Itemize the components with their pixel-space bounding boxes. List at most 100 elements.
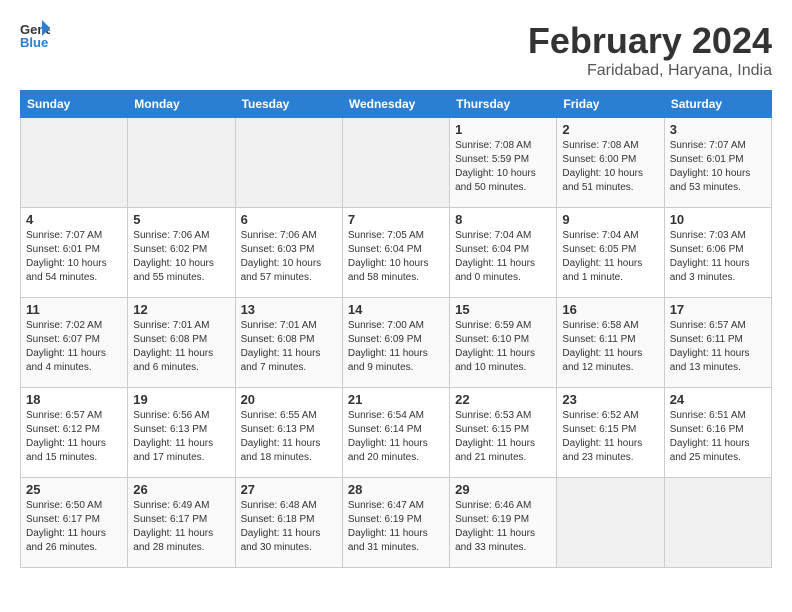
calendar-table: SundayMondayTuesdayWednesdayThursdayFrid…: [20, 90, 772, 568]
day-info: Sunrise: 7:06 AM Sunset: 6:02 PM Dayligh…: [133, 229, 229, 285]
calendar-cell: 21Sunrise: 6:54 AM Sunset: 6:14 PM Dayli…: [342, 388, 449, 478]
logo: General Blue: [20, 20, 50, 50]
calendar-cell: 12 Sunrise: 7:01 AM Sunset: 6:08 PM Dayli…: [128, 298, 235, 388]
day-number: 14: [348, 302, 444, 317]
day-number: 27: [241, 482, 337, 497]
day-info: Sunrise: 7:01 AM Sunset: 6:08 PM Dayligh…: [241, 319, 337, 375]
day-info: Sunrise: 6:58 AM Sunset: 6:11 PM Dayligh…: [562, 319, 658, 375]
day-info: Sunrise: 7:06 AM Sunset: 6:03 PM Dayligh…: [241, 229, 337, 285]
day-number: 7: [348, 212, 444, 227]
day-info: Sunrise: 6:49 AM Sunset: 6:17 PM Dayligh…: [133, 499, 229, 555]
calendar-cell: [21, 118, 128, 208]
day-number: 26: [133, 482, 229, 497]
calendar-cell: 27 Sunrise: 6:48 AM Sunset: 6:18 PM Dayli…: [235, 478, 342, 568]
calendar-cell: 17 Sunrise: 6:57 AM Sunset: 6:11 PM Dayli…: [664, 298, 771, 388]
day-number: 20: [241, 392, 337, 407]
day-number: 2: [562, 122, 658, 137]
calendar-cell: 10Sunrise: 7:03 AM Sunset: 6:06 PM Dayli…: [664, 208, 771, 298]
day-info: Sunrise: 7:08 AM Sunset: 5:59 PM Dayligh…: [455, 139, 551, 195]
day-info: Sunrise: 6:46 AM Sunset: 6:19 PM Dayligh…: [455, 499, 551, 555]
weekday-header: Thursday: [450, 91, 557, 118]
calendar-week-row: 4 Sunrise: 7:07 AM Sunset: 6:01 PM Daylig…: [21, 208, 772, 298]
calendar-cell: 22 Sunrise: 6:53 AM Sunset: 6:15 PM Dayli…: [450, 388, 557, 478]
day-number: 6: [241, 212, 337, 227]
day-info: Sunrise: 6:55 AM Sunset: 6:13 PM Dayligh…: [241, 409, 337, 465]
day-number: 21: [348, 392, 444, 407]
calendar-cell: [128, 118, 235, 208]
calendar-cell: 6 Sunrise: 7:06 AM Sunset: 6:03 PM Daylig…: [235, 208, 342, 298]
calendar-cell: 3 Sunrise: 7:07 AM Sunset: 6:01 PM Daylig…: [664, 118, 771, 208]
weekday-header-row: SundayMondayTuesdayWednesdayThursdayFrid…: [21, 91, 772, 118]
calendar-week-row: 1 Sunrise: 7:08 AM Sunset: 5:59 PM Daylig…: [21, 118, 772, 208]
day-number: 3: [670, 122, 766, 137]
day-info: Sunrise: 6:57 AM Sunset: 6:12 PM Dayligh…: [26, 409, 122, 465]
day-info: Sunrise: 6:51 AM Sunset: 6:16 PM Dayligh…: [670, 409, 766, 465]
weekday-header: Wednesday: [342, 91, 449, 118]
day-info: Sunrise: 7:07 AM Sunset: 6:01 PM Dayligh…: [26, 229, 122, 285]
day-info: Sunrise: 6:59 AM Sunset: 6:10 PM Dayligh…: [455, 319, 551, 375]
logo-icon: General Blue: [20, 20, 50, 50]
calendar-cell: [342, 118, 449, 208]
day-number: 24: [670, 392, 766, 407]
day-info: Sunrise: 6:52 AM Sunset: 6:15 PM Dayligh…: [562, 409, 658, 465]
calendar-cell: [235, 118, 342, 208]
calendar-week-row: 25 Sunrise: 6:50 AM Sunset: 6:17 PM Dayli…: [21, 478, 772, 568]
calendar-cell: 29 Sunrise: 6:46 AM Sunset: 6:19 PM Dayli…: [450, 478, 557, 568]
day-info: Sunrise: 6:47 AM Sunset: 6:19 PM Dayligh…: [348, 499, 444, 555]
day-number: 23: [562, 392, 658, 407]
day-info: Sunrise: 7:07 AM Sunset: 6:01 PM Dayligh…: [670, 139, 766, 195]
day-info: Sunrise: 7:08 AM Sunset: 6:00 PM Dayligh…: [562, 139, 658, 195]
day-info: Sunrise: 6:48 AM Sunset: 6:18 PM Dayligh…: [241, 499, 337, 555]
day-info: Sunrise: 7:00 AM Sunset: 6:09 PM Dayligh…: [348, 319, 444, 375]
day-number: 9: [562, 212, 658, 227]
weekday-header: Saturday: [664, 91, 771, 118]
weekday-header: Friday: [557, 91, 664, 118]
day-number: 4: [26, 212, 122, 227]
day-info: Sunrise: 7:03 AM Sunset: 6:06 PM Dayligh…: [670, 229, 766, 285]
day-number: 17: [670, 302, 766, 317]
calendar-cell: 8Sunrise: 7:04 AM Sunset: 6:04 PM Daylig…: [450, 208, 557, 298]
day-number: 5: [133, 212, 229, 227]
calendar-cell: 20 Sunrise: 6:55 AM Sunset: 6:13 PM Dayli…: [235, 388, 342, 478]
day-number: 19: [133, 392, 229, 407]
calendar-week-row: 11 Sunrise: 7:02 AM Sunset: 6:07 PM Dayli…: [21, 298, 772, 388]
weekday-header: Monday: [128, 91, 235, 118]
day-number: 18: [26, 392, 122, 407]
calendar-cell: 23 Sunrise: 6:52 AM Sunset: 6:15 PM Dayli…: [557, 388, 664, 478]
svg-text:Blue: Blue: [20, 35, 48, 50]
calendar-cell: 4 Sunrise: 7:07 AM Sunset: 6:01 PM Daylig…: [21, 208, 128, 298]
day-info: Sunrise: 6:53 AM Sunset: 6:15 PM Dayligh…: [455, 409, 551, 465]
day-number: 16: [562, 302, 658, 317]
day-number: 11: [26, 302, 122, 317]
day-info: Sunrise: 6:50 AM Sunset: 6:17 PM Dayligh…: [26, 499, 122, 555]
calendar-cell: 26 Sunrise: 6:49 AM Sunset: 6:17 PM Dayli…: [128, 478, 235, 568]
page-title: February 2024: [528, 20, 772, 62]
day-info: Sunrise: 6:57 AM Sunset: 6:11 PM Dayligh…: [670, 319, 766, 375]
calendar-cell: 5 Sunrise: 7:06 AM Sunset: 6:02 PM Daylig…: [128, 208, 235, 298]
calendar-cell: 13Sunrise: 7:01 AM Sunset: 6:08 PM Dayli…: [235, 298, 342, 388]
day-info: Sunrise: 7:04 AM Sunset: 6:04 PM Dayligh…: [455, 229, 551, 285]
day-number: 25: [26, 482, 122, 497]
day-info: Sunrise: 7:01 AM Sunset: 6:08 PM Dayligh…: [133, 319, 229, 375]
day-number: 29: [455, 482, 551, 497]
calendar-cell: 9 Sunrise: 7:04 AM Sunset: 6:05 PM Daylig…: [557, 208, 664, 298]
title-area: February 2024 Faridabad, Haryana, India: [528, 20, 772, 80]
day-number: 22: [455, 392, 551, 407]
weekday-header: Sunday: [21, 91, 128, 118]
calendar-cell: [664, 478, 771, 568]
calendar-cell: 28 Sunrise: 6:47 AM Sunset: 6:19 PM Dayli…: [342, 478, 449, 568]
calendar-cell: [557, 478, 664, 568]
day-number: 1: [455, 122, 551, 137]
day-number: 28: [348, 482, 444, 497]
calendar-cell: 2 Sunrise: 7:08 AM Sunset: 6:00 PM Daylig…: [557, 118, 664, 208]
weekday-header: Tuesday: [235, 91, 342, 118]
calendar-cell: 7 Sunrise: 7:05 AM Sunset: 6:04 PM Daylig…: [342, 208, 449, 298]
day-number: 15: [455, 302, 551, 317]
day-info: Sunrise: 7:04 AM Sunset: 6:05 PM Dayligh…: [562, 229, 658, 285]
calendar-cell: 18 Sunrise: 6:57 AM Sunset: 6:12 PM Dayli…: [21, 388, 128, 478]
day-info: Sunrise: 7:02 AM Sunset: 6:07 PM Dayligh…: [26, 319, 122, 375]
day-number: 12: [133, 302, 229, 317]
day-info: Sunrise: 7:05 AM Sunset: 6:04 PM Dayligh…: [348, 229, 444, 285]
calendar-cell: 15 Sunrise: 6:59 AM Sunset: 6:10 PM Dayli…: [450, 298, 557, 388]
calendar-cell: 19Sunrise: 6:56 AM Sunset: 6:13 PM Dayli…: [128, 388, 235, 478]
